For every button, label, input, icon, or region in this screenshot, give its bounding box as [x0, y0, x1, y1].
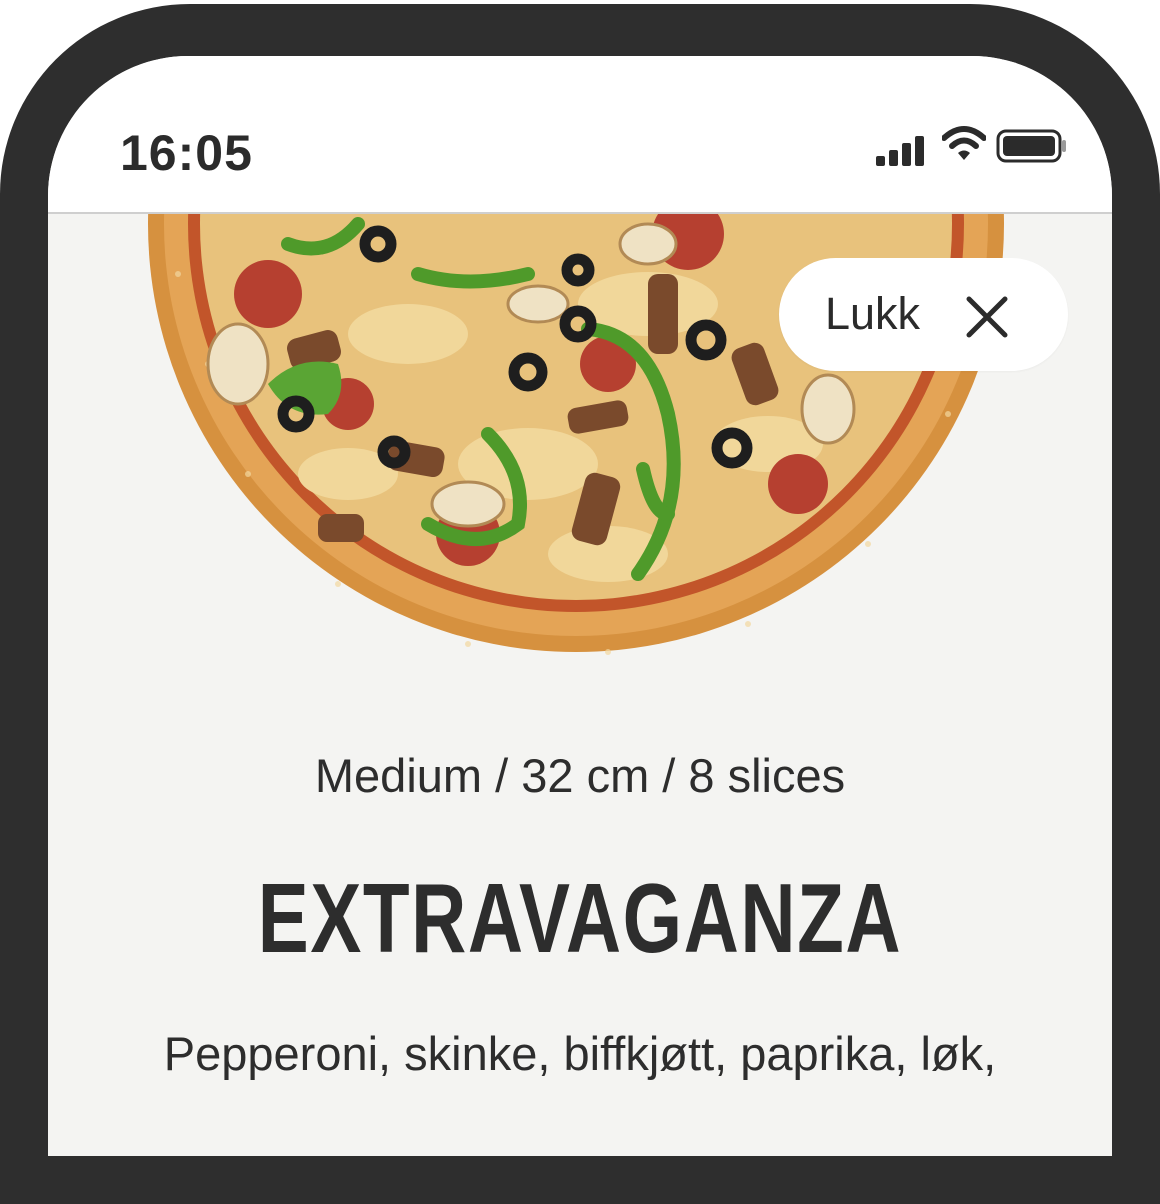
close-icon — [966, 296, 1008, 338]
close-button-label: Lukk — [825, 288, 921, 339]
close-button[interactable]: Lukk — [779, 258, 1068, 371]
battery-icon — [996, 129, 1066, 163]
wifi-icon — [942, 126, 986, 160]
product-title: EXTRAVAGANZA — [257, 863, 903, 973]
phone-frame: 16:05 Lukk Medium / 32 cm / 8 slices EXT… — [0, 4, 1160, 1204]
ingredients-text: Pepperoni, skinke, biffkjøtt, paprika, l… — [163, 1027, 997, 1080]
pizza-size-label: Medium / 32 cm / 8 slices — [314, 749, 846, 802]
status-bar: 16:05 — [48, 56, 1112, 214]
cellular-signal-icon — [876, 136, 924, 166]
app-screen: 16:05 Lukk Medium / 32 cm / 8 slices EXT… — [48, 56, 1112, 1156]
status-time: 16:05 — [120, 125, 253, 181]
